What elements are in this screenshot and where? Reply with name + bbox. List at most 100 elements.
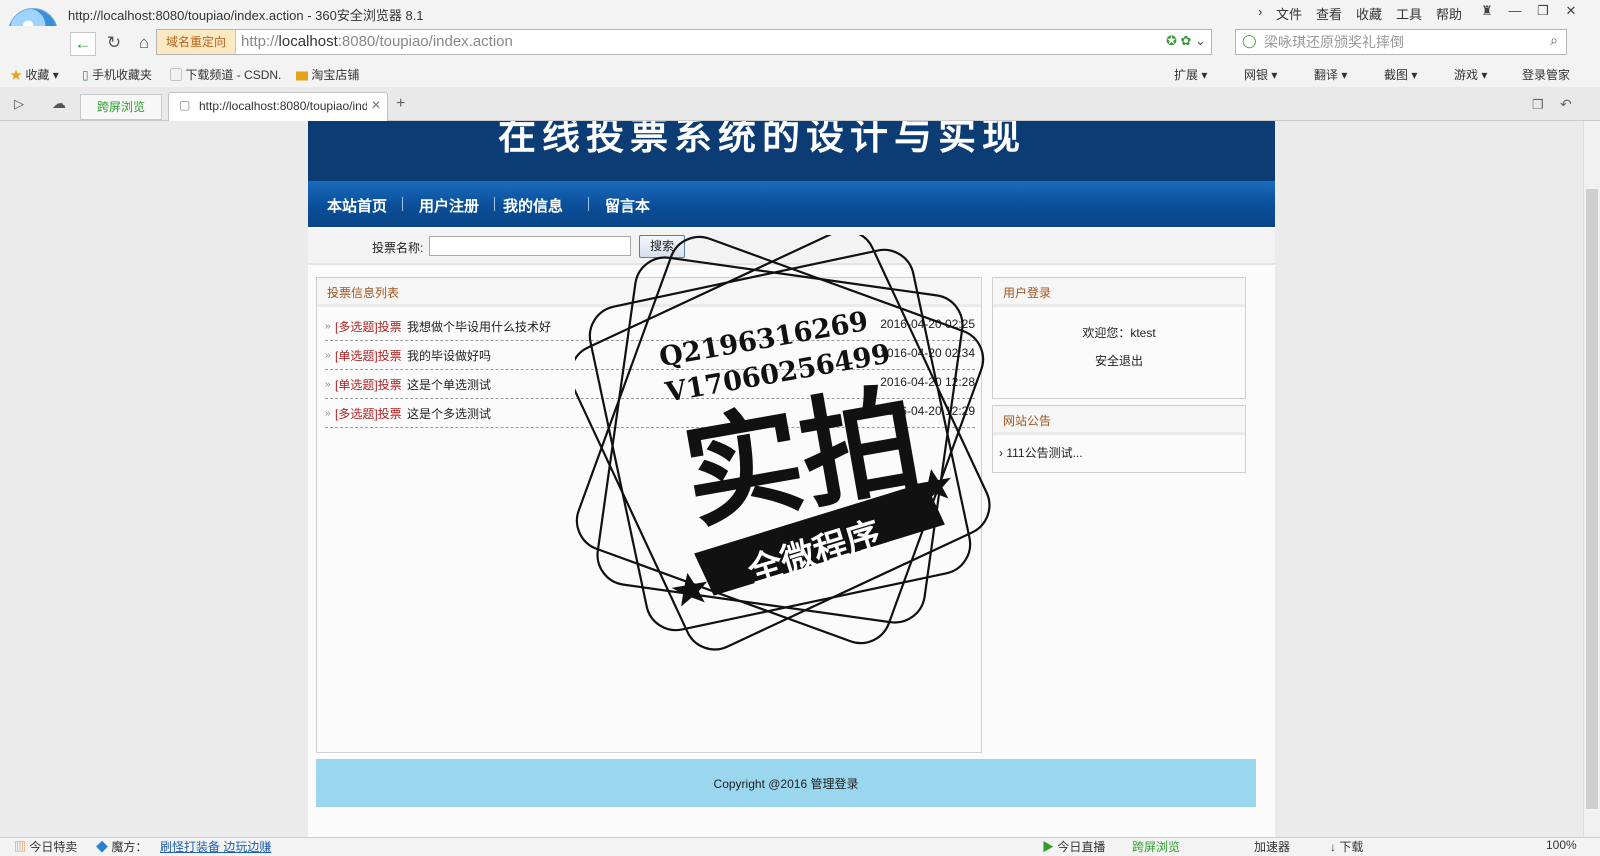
status-live[interactable]: ▶ 今日直播 (1042, 838, 1105, 855)
site-nav: 本站首页 用户注册 我的信息 留言本 (308, 181, 1275, 227)
restore-tabs-icon[interactable]: ❐ (1532, 97, 1544, 113)
vertical-scrollbar[interactable] (1583, 121, 1600, 837)
status-zoom[interactable]: 100% (1546, 838, 1577, 852)
vote-date: 2016-04-20 12:28 (880, 375, 975, 389)
refresh-icon[interactable]: ↻ (102, 32, 126, 54)
nav-home[interactable]: 本站首页 (327, 195, 387, 216)
play-icon: ▶ (1042, 840, 1055, 854)
double-chevron-icon: » (325, 379, 331, 390)
nav-register[interactable]: 用户注册 (419, 195, 479, 216)
menu-file[interactable]: 文件 (1276, 4, 1302, 23)
vote-date: 2016-04-20 02:25 (880, 317, 975, 331)
search-placeholder: 梁咏琪还原颁奖礼摔倒 (1264, 34, 1404, 50)
bookmark-favorites[interactable]: ★ 收藏 ▾ (10, 66, 59, 83)
download-icon: ↓ (1330, 840, 1336, 854)
vote-type[interactable]: [单选题]投票 (335, 376, 402, 393)
undo-close-icon[interactable]: ↶ (1560, 96, 1572, 113)
nav-my-info[interactable]: 我的信息 (503, 195, 563, 216)
folder-icon: ▆ (296, 68, 309, 82)
vote-type[interactable]: [多选题]投票 (335, 405, 402, 422)
status-cross-screen[interactable]: 跨屏浏览 (1132, 838, 1180, 855)
status-accelerator[interactable]: 加速器 (1254, 838, 1290, 855)
cube-icon: ◆ (96, 840, 109, 854)
vote-row[interactable]: » [单选题]投票 这是个单选测试 2016-04-20 12:28 (325, 370, 975, 399)
window-title: http://localhost:8080/toupiao/index.acti… (68, 8, 424, 23)
site-footer: Copyright @2016 管理登录 (316, 759, 1256, 807)
vote-search-input[interactable] (429, 236, 631, 256)
chevron-right-icon: › (999, 446, 1003, 460)
chevron-right-icon[interactable]: › (1258, 4, 1262, 19)
tool-bank[interactable]: 网银 ▾ (1244, 66, 1277, 83)
sidebar-toggle-icon[interactable]: ▷ (14, 96, 24, 112)
tool-screenshot[interactable]: 截图 ▾ (1384, 66, 1417, 83)
search-icon[interactable]: ⌕ (1550, 32, 1558, 49)
status-magic[interactable]: ◆ 魔方： (96, 838, 147, 855)
menu-favorites[interactable]: 收藏 (1356, 4, 1382, 23)
status-label: 今日直播 (1057, 840, 1106, 854)
tool-games[interactable]: 游戏 ▾ (1454, 66, 1487, 83)
panel-header: 网站公告 (993, 406, 1245, 435)
vote-date: 2016-04-20 12:29 (880, 404, 975, 418)
menu-tools[interactable]: 工具 (1396, 4, 1422, 23)
vote-type[interactable]: [单选题]投票 (335, 347, 402, 364)
vote-row[interactable]: » [单选题]投票 我的毕设做好吗 2016-04-20 02:34 (325, 341, 975, 370)
back-icon[interactable]: ← (70, 32, 96, 56)
tool-login-manager[interactable]: 登录管家 (1522, 66, 1570, 83)
new-tab-icon[interactable]: + (396, 95, 405, 113)
nav-divider (588, 197, 589, 211)
url-text[interactable]: http://localhost:8080/toupiao/index.acti… (241, 30, 513, 54)
bookmark-label: 下载频道 - CSDN. (185, 68, 282, 82)
status-game-link[interactable]: 刷怪打装备 边玩边赚 (160, 838, 271, 855)
url-prefix: http:// (241, 33, 279, 50)
tool-extensions[interactable]: 扩展 ▾ (1174, 66, 1207, 83)
status-download[interactable]: ↓ 下载 (1330, 838, 1363, 855)
page-icon: ▢ (170, 68, 183, 82)
user-login-panel: 用户登录 欢迎您：ktest 安全退出 (992, 277, 1246, 399)
scroll-thumb[interactable] (1586, 189, 1598, 809)
vote-type[interactable]: [多选题]投票 (335, 318, 402, 335)
cross-screen-button[interactable]: 跨屏浏览 (80, 94, 162, 120)
welcome-text: 欢迎您：ktest (1082, 326, 1156, 340)
notice-item[interactable]: › 111公告测试... (999, 444, 1083, 461)
search-engine-icon[interactable]: ◯ (1242, 33, 1257, 49)
security-icons[interactable]: ✪ ✿ ⌄ (1166, 33, 1206, 49)
status-deals[interactable]: ▥ 今日特卖 (14, 838, 77, 855)
gift-icon: ▥ (14, 840, 27, 854)
tab-active[interactable]: ▢ http://localhost:8080/toupiao/index.ac… (168, 92, 388, 121)
home-icon[interactable]: ⌂ (132, 32, 156, 54)
tool-label: 翻译 (1314, 68, 1339, 82)
tab-close-icon[interactable]: ✕ (371, 98, 381, 112)
redirect-tag[interactable]: 域名重定向 (157, 30, 236, 54)
minimize-icon[interactable]: — (1504, 2, 1526, 20)
nav-guestbook[interactable]: 留言本 (605, 195, 650, 216)
double-chevron-icon: » (325, 408, 331, 419)
vote-row[interactable]: » [多选题]投票 我想做个毕设用什么技术好 2016-04-20 02:25 (325, 312, 975, 341)
search-box[interactable]: ◯ 梁咏琪还原颁奖礼摔倒 ⌕ (1235, 29, 1567, 55)
vote-title[interactable]: 这是个单选测试 (407, 376, 491, 393)
bookmark-label: 淘宝店铺 (311, 68, 360, 82)
tab-title: http://localhost:8080/toupiao/index.acti… (199, 99, 367, 113)
status-label: 下载 (1339, 840, 1364, 854)
banner-title: 在线投票系统的设计与实现 (498, 121, 1027, 158)
vote-row[interactable]: » [多选题]投票 这是个多选测试 2016-04-20 12:29 (325, 399, 975, 428)
bookmark-taobao[interactable]: ▆ 淘宝店铺 (296, 66, 359, 83)
vote-title[interactable]: 我想做个毕设用什么技术好 (407, 318, 551, 335)
star-icon: ★ (10, 68, 23, 82)
close-icon[interactable]: ✕ (1560, 2, 1582, 20)
cloud-icon[interactable]: ☁ (52, 95, 66, 112)
bookmark-csdn[interactable]: ▢ 下载频道 - CSDN. (170, 66, 281, 83)
notice-text: 111公告测试... (1006, 446, 1083, 460)
logout-link[interactable]: 安全退出 (993, 352, 1245, 369)
search-button[interactable]: 搜索 (639, 235, 685, 258)
address-bar[interactable]: 域名重定向 http://localhost:8080/toupiao/inde… (156, 29, 1212, 55)
status-label: 今日特卖 (29, 840, 78, 854)
menu-help[interactable]: 帮助 (1436, 4, 1462, 23)
tool-translate[interactable]: 翻译 ▾ (1314, 66, 1347, 83)
vote-title[interactable]: 我的毕设做好吗 (407, 347, 491, 364)
skin-icon[interactable]: ♜ (1476, 2, 1498, 20)
bookmark-mobile[interactable]: ▯ 手机收藏夹 (82, 66, 152, 83)
tool-label: 扩展 (1174, 68, 1199, 82)
vote-title[interactable]: 这是个多选测试 (407, 405, 491, 422)
menu-view[interactable]: 查看 (1316, 4, 1342, 23)
restore-icon[interactable]: ❐ (1532, 2, 1554, 20)
